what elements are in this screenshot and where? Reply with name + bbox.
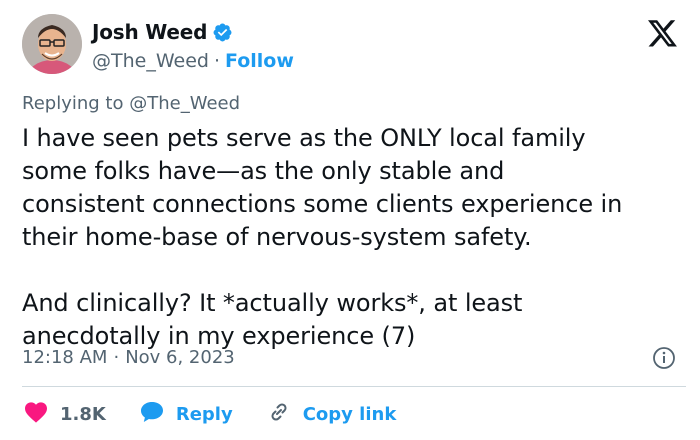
separator: · — [213, 50, 220, 72]
reply-label: Reply — [175, 404, 233, 425]
like-button[interactable]: 1.8K — [24, 401, 106, 428]
tweet-header: Josh Weed @The_Weed · Follow — [22, 14, 682, 80]
replying-prefix: Replying to — [22, 93, 124, 114]
divider — [22, 386, 686, 387]
tweet-meta: 12:18 AM · Nov 6, 2023 — [22, 347, 235, 368]
tweet-date[interactable]: Nov 6, 2023 — [125, 347, 235, 368]
reply-bubble-icon — [140, 401, 176, 428]
name-row: Josh Weed — [92, 20, 233, 44]
heart-icon — [24, 401, 60, 428]
replying-to: Replying to @The_Weed — [22, 93, 240, 114]
verified-badge-icon — [212, 22, 233, 43]
copy-link-label: Copy link — [302, 404, 397, 425]
reply-button[interactable]: Reply — [140, 401, 233, 428]
meta-separator: · — [113, 347, 120, 368]
likes-count: 1.8K — [60, 404, 106, 425]
handle[interactable]: @The_Weed — [92, 50, 209, 72]
info-icon[interactable] — [652, 346, 676, 370]
tweet-text: I have seen pets serve as the ONLY local… — [22, 124, 623, 350]
handle-row: @The_Weed · Follow — [92, 50, 294, 72]
x-logo-icon[interactable] — [648, 20, 678, 48]
link-icon — [267, 400, 303, 429]
follow-button[interactable]: Follow — [225, 50, 294, 72]
action-bar: 1.8K Reply Copy link — [24, 400, 430, 429]
tweet-time[interactable]: 12:18 AM — [22, 347, 107, 368]
display-name[interactable]: Josh Weed — [92, 20, 207, 44]
avatar[interactable] — [22, 14, 82, 74]
replying-mention[interactable]: @The_Weed — [129, 93, 240, 114]
copy-link-button[interactable]: Copy link — [267, 400, 397, 429]
